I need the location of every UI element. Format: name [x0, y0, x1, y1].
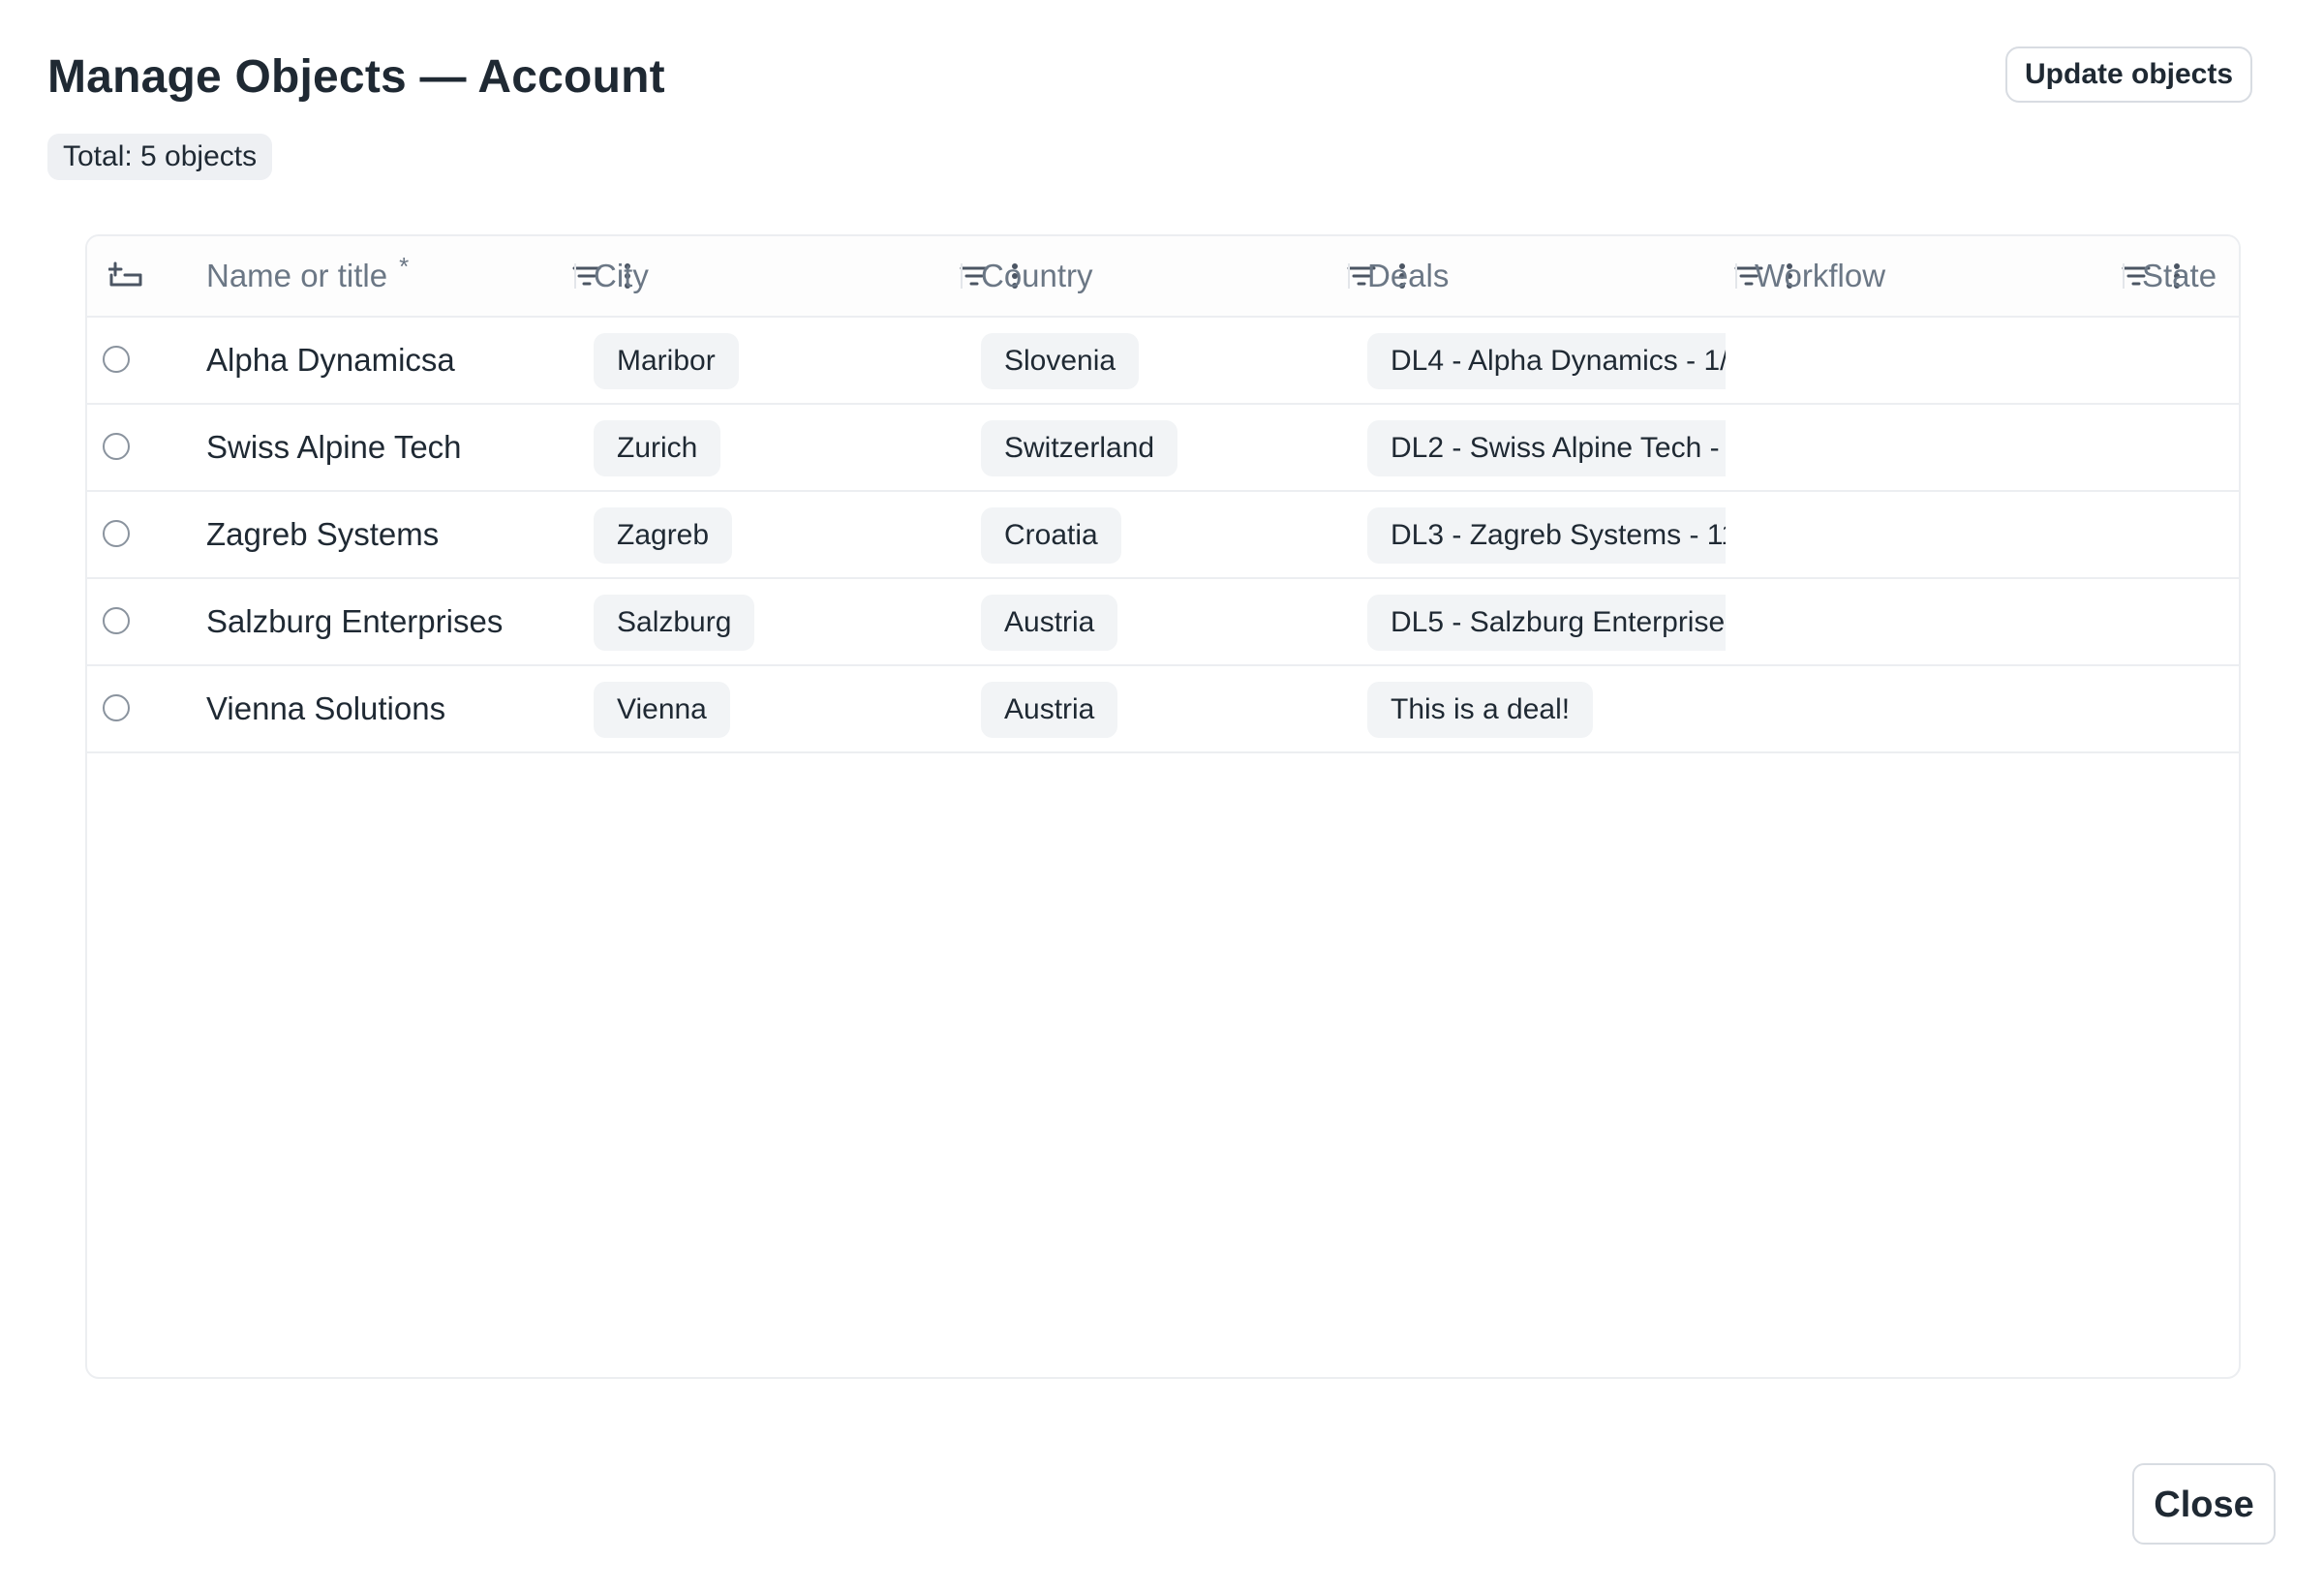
cell-country: Austria	[981, 595, 1118, 651]
deal-chip[interactable]: This is a deal!	[1367, 682, 1594, 738]
column-label-deals: Deals	[1367, 258, 1450, 293]
add-column-icon[interactable]	[107, 256, 145, 294]
column-label-workflow: Workflow	[1755, 258, 1886, 293]
cell-country: Slovenia	[981, 333, 1140, 389]
column-separator[interactable]	[961, 263, 963, 289]
column-header-country[interactable]: Country	[981, 236, 1093, 316]
column-separator[interactable]	[2123, 263, 2125, 289]
cell-country: Austria	[981, 682, 1118, 738]
table-row[interactable]: Alpha Dynamicsa Maribor Slovenia DL4 - A…	[87, 318, 2239, 405]
column-header-name[interactable]: Name or title *	[206, 236, 409, 316]
cell-deals: This is a deal!	[1367, 682, 1726, 738]
total-count-badge: Total: 5 objects	[47, 134, 273, 180]
row-select-radio[interactable]	[103, 694, 130, 721]
table-row[interactable]: Vienna Solutions Vienna Austria This is …	[87, 666, 2239, 753]
required-mark: *	[399, 251, 410, 281]
row-select-radio[interactable]	[103, 607, 130, 634]
table-body: Alpha Dynamicsa Maribor Slovenia DL4 - A…	[87, 318, 2239, 753]
deal-chip[interactable]: DL2 - Swiss Alpine Tech - 11/18/2024	[1367, 420, 1726, 476]
modal-title: Manage Objects — Account	[47, 51, 665, 103]
manage-objects-modal: Manage Objects — Account Total: 5 object…	[0, 0, 2324, 1592]
column-label-state: State	[2142, 258, 2217, 293]
column-label-name: Name or title	[206, 258, 388, 293]
cell-country: Croatia	[981, 507, 1121, 564]
cell-deals: DL3 - Zagreb Systems - 11/18/2024	[1367, 507, 1726, 564]
cell-name: Alpha Dynamicsa	[206, 342, 455, 378]
cell-country: Switzerland	[981, 420, 1178, 476]
row-select-radio[interactable]	[103, 520, 130, 547]
table-header: Name or title * City Country Deals Workf…	[87, 236, 2239, 318]
cell-name: Swiss Alpine Tech	[206, 429, 462, 465]
cell-name: Vienna Solutions	[206, 690, 446, 726]
cell-name: Zagreb Systems	[206, 516, 440, 552]
cell-city: Zurich	[594, 420, 721, 476]
column-separator[interactable]	[574, 263, 576, 289]
update-objects-button[interactable]: Update objects	[2005, 46, 2253, 103]
close-button[interactable]: Close	[2132, 1463, 2276, 1545]
cell-name: Salzburg Enterprises	[206, 603, 504, 639]
deal-chip[interactable]: DL3 - Zagreb Systems - 11/18/2024	[1367, 507, 1726, 564]
row-select-radio[interactable]	[103, 433, 130, 460]
cell-city: Vienna	[594, 682, 730, 738]
column-separator[interactable]	[1348, 263, 1350, 289]
cell-deals: DL5 - Salzburg Enterprises - 1/13/2025	[1367, 595, 1726, 651]
objects-table: Name or title * City Country Deals Workf…	[85, 234, 2241, 1379]
cell-city: Salzburg	[594, 595, 755, 651]
column-header-city[interactable]: City	[594, 236, 649, 316]
column-separator[interactable]	[1735, 263, 1737, 289]
cell-deals: DL2 - Swiss Alpine Tech - 11/18/2024	[1367, 420, 1726, 476]
column-header-workflow[interactable]: Workflow	[1755, 236, 1885, 316]
row-select-radio[interactable]	[103, 346, 130, 373]
table-row[interactable]: Swiss Alpine Tech Zurich Switzerland DL2…	[87, 405, 2239, 492]
column-label-city: City	[594, 258, 649, 293]
cell-city: Zagreb	[594, 507, 733, 564]
deal-chip[interactable]: DL5 - Salzburg Enterprises - 1/13/2025	[1367, 595, 1726, 651]
table-row[interactable]: Zagreb Systems Zagreb Croatia DL3 - Zagr…	[87, 492, 2239, 579]
column-header-deals[interactable]: Deals	[1367, 236, 1449, 316]
column-label-country: Country	[981, 258, 1093, 293]
cell-city: Maribor	[594, 333, 739, 389]
deal-chip[interactable]: DL4 - Alpha Dynamics - 1/13/2025	[1367, 333, 1726, 389]
cell-deals: DL4 - Alpha Dynamics - 1/13/2025	[1367, 333, 1726, 389]
column-header-state[interactable]: State	[2142, 236, 2217, 316]
table-row[interactable]: Salzburg Enterprises Salzburg Austria DL…	[87, 579, 2239, 666]
